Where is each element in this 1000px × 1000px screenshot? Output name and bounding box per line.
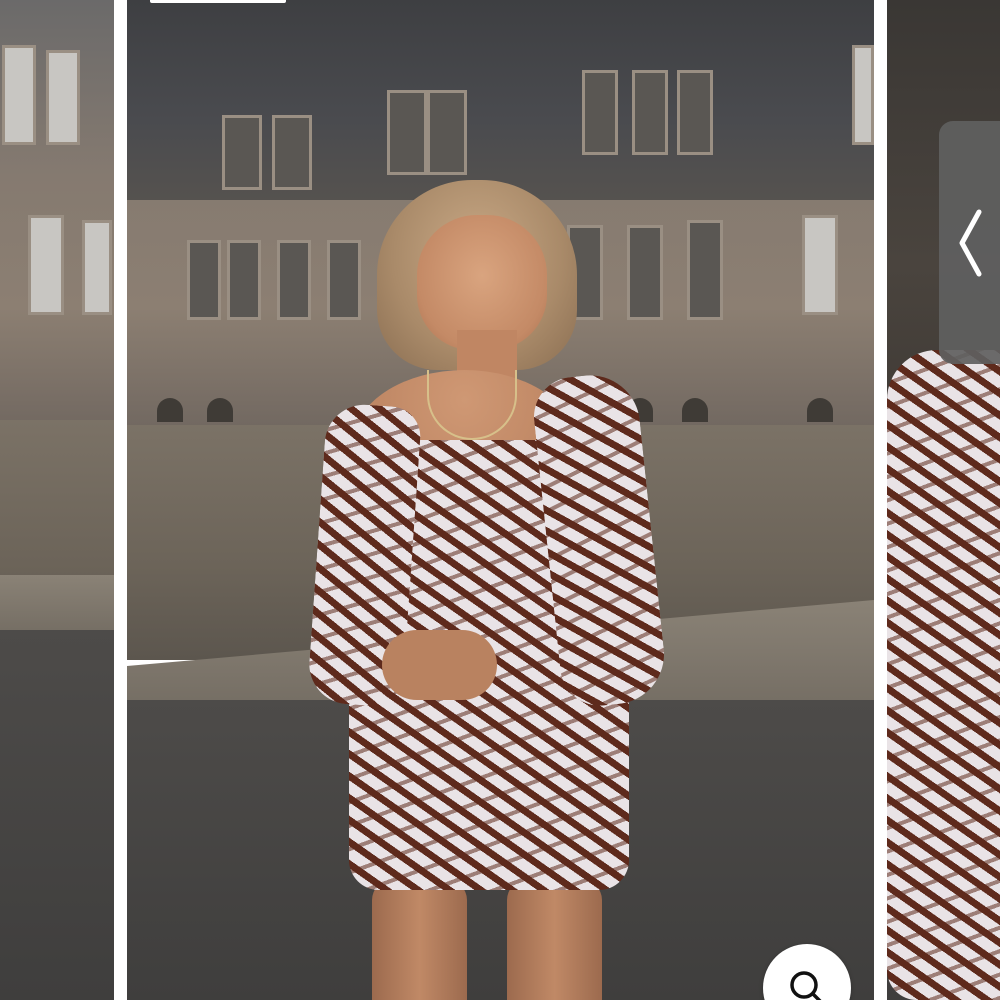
rooftop-ground [0, 630, 114, 1000]
slide-gap [114, 0, 127, 1000]
building-window [227, 240, 261, 320]
zebra-dress [887, 350, 1000, 1000]
building-window [387, 90, 427, 175]
building-window [852, 45, 874, 145]
previous-photo[interactable] [0, 0, 114, 1000]
building-window [632, 70, 668, 155]
building-window [427, 90, 467, 175]
building-window [802, 215, 838, 315]
building-window [222, 115, 262, 190]
building-window [82, 220, 112, 315]
building-window [327, 240, 361, 320]
arch-window [682, 398, 708, 422]
building-window [187, 240, 221, 320]
building-window [272, 115, 312, 190]
building-window [277, 240, 311, 320]
model-legs [362, 880, 632, 1000]
building-window [2, 45, 36, 145]
building-window [677, 70, 713, 155]
building-window [28, 215, 64, 315]
arch-window [157, 398, 183, 422]
progress-indicator [150, 0, 286, 3]
arch-window [207, 398, 233, 422]
slide-gap [874, 0, 887, 1000]
building-window [46, 50, 80, 145]
building-window [687, 220, 723, 320]
model-hands [382, 630, 497, 700]
building-window [627, 225, 663, 320]
arch-window [807, 398, 833, 422]
side-panel-toggle[interactable] [939, 121, 1000, 364]
current-photo[interactable] [127, 0, 874, 1000]
building-window [582, 70, 618, 155]
image-gallery [0, 0, 1000, 1000]
chevron-left-icon [957, 208, 983, 278]
wall-ledge [0, 575, 114, 635]
